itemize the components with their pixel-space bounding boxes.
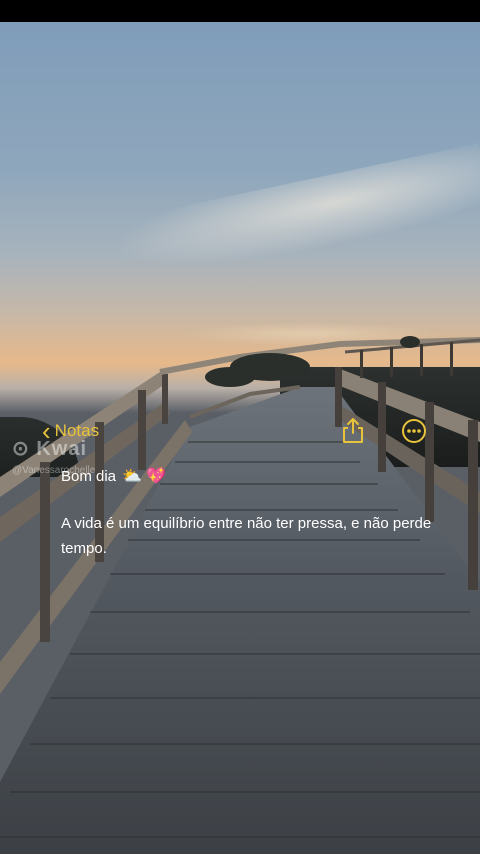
notes-nav-bar: ‹ Notas [0,416,480,446]
note-body: A vida é um equilíbrio entre não ter pre… [61,515,432,557]
note-content[interactable]: Bom dia ⛅ 💖 A vida é um equilíbrio entre… [61,464,441,561]
more-options-icon[interactable] [401,418,427,444]
back-button[interactable]: ‹ Notas [42,418,99,444]
note-greeting-line: Bom dia ⛅ 💖 [61,464,441,489]
back-label: Notas [54,421,100,440]
note-greeting: Bom dia [61,468,117,485]
share-icon[interactable] [340,416,366,444]
sun-cloud-heart-emojis: ⛅ 💖 [122,468,167,485]
top-black-bar [0,0,480,22]
chevron-left-icon: ‹ [42,416,51,446]
